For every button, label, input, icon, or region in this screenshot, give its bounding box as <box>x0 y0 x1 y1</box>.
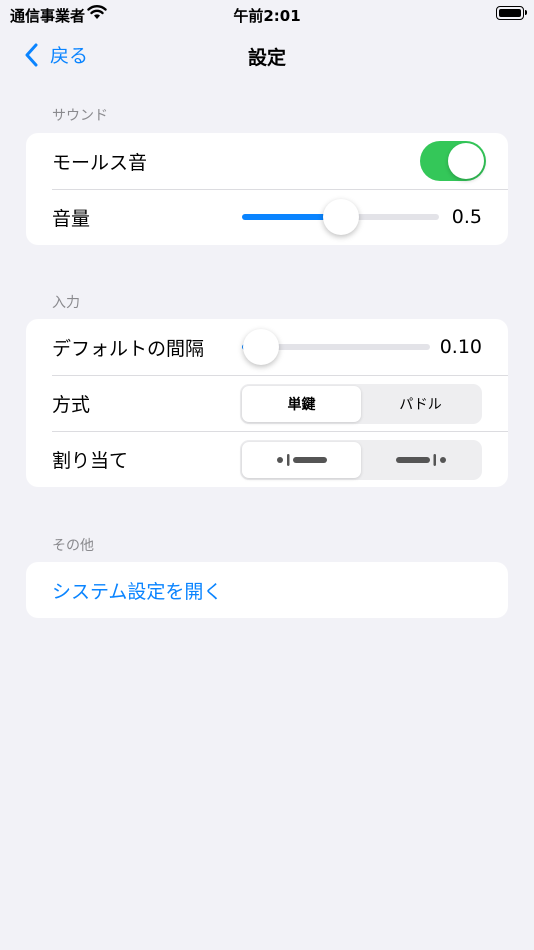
interval-value: 0.10 <box>439 336 482 358</box>
morse-sound-row: モールス音 <box>26 133 508 189</box>
interval-row: デフォルトの間隔 0.10 <box>26 319 508 375</box>
assign-option-dash-dot[interactable] <box>361 442 480 478</box>
assign-row: 割り当て <box>26 431 508 487</box>
input-group: デフォルトの間隔 0.10 方式 単鍵 パドル 割り当て <box>26 319 508 487</box>
section-header-other: その他 <box>52 538 94 554</box>
page-title: 設定 <box>247 47 286 69</box>
open-settings-row[interactable]: システム設定を開く <box>26 562 508 618</box>
method-option-single[interactable]: 単鍵 <box>242 386 361 422</box>
dash-dot-icon <box>395 454 446 466</box>
assign-option-dot-dash[interactable] <box>242 442 361 478</box>
interval-slider-thumb[interactable] <box>242 329 279 365</box>
clock: 午前2:01 <box>233 7 301 25</box>
volume-slider[interactable] <box>242 199 439 235</box>
sound-group: モールス音 音量 0.5 <box>26 133 508 245</box>
navigation-bar: 戻る 設定 <box>0 36 534 76</box>
method-segmented-control: 単鍵 パドル <box>240 384 482 424</box>
battery-icon <box>496 6 527 20</box>
assign-label: 割り当て <box>52 449 129 472</box>
open-system-settings-link[interactable]: システム設定を開く <box>52 577 222 604</box>
interval-label: デフォルトの間隔 <box>52 337 205 360</box>
toggle-knob <box>448 143 484 179</box>
interval-slider[interactable] <box>242 329 430 365</box>
volume-value: 0.5 <box>451 206 482 228</box>
method-option-paddle[interactable]: パドル <box>361 386 480 422</box>
other-group: システム設定を開く <box>26 562 508 618</box>
volume-slider-thumb[interactable] <box>322 199 359 235</box>
section-header-input: 入力 <box>52 295 80 311</box>
status-bar: 通信事業者 午前2:01 <box>0 0 534 30</box>
volume-label: 音量 <box>52 207 91 230</box>
dot-dash-icon <box>276 454 327 466</box>
volume-row: 音量 0.5 <box>26 189 508 245</box>
assign-segmented-control <box>240 440 482 480</box>
method-row: 方式 単鍵 パドル <box>26 375 508 431</box>
morse-sound-label: モールス音 <box>52 151 148 174</box>
method-label: 方式 <box>52 393 91 416</box>
section-header-sound: サウンド <box>52 108 108 124</box>
morse-sound-toggle[interactable] <box>420 141 486 181</box>
